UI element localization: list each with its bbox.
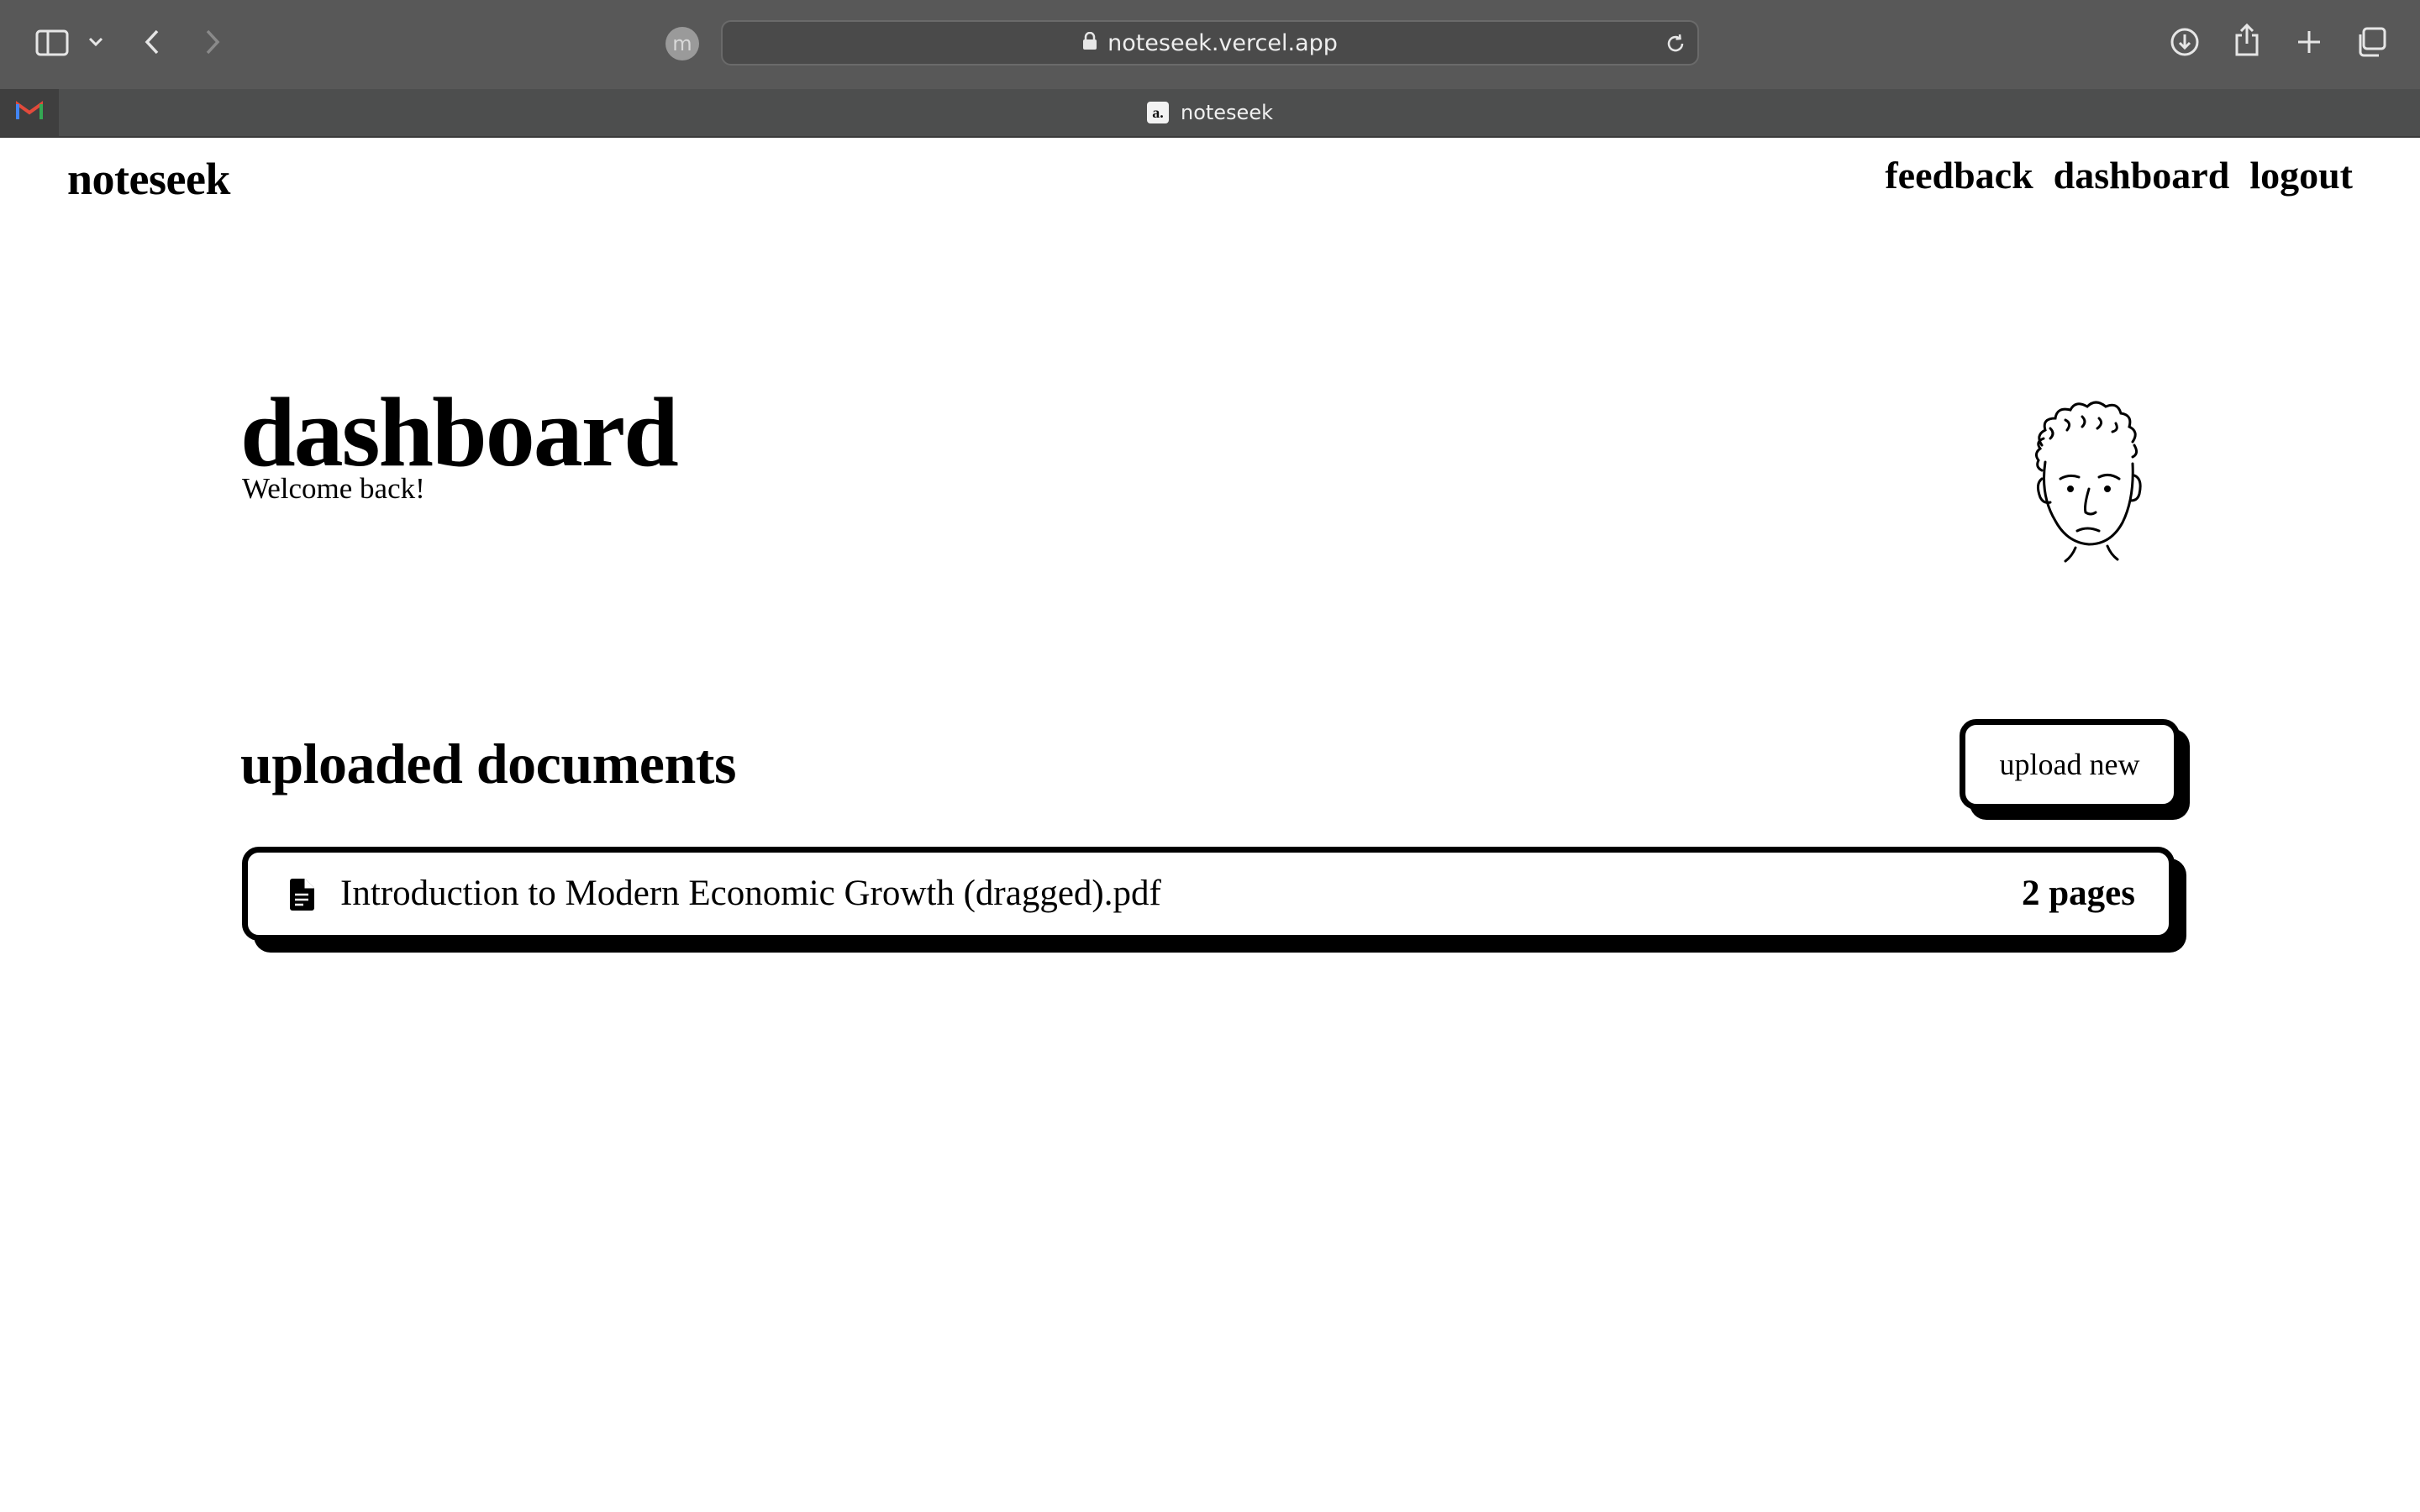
chevron-down-icon[interactable] [86,32,106,52]
nav-dashboard-link[interactable]: dashboard [2054,153,2230,197]
document-row[interactable]: Introduction to Modern Economic Growth (… [242,847,2175,941]
favicon: a. [1146,102,1169,123]
sidebar-toggle-icon[interactable] [34,27,71,59]
reload-icon[interactable] [1664,32,1687,55]
section-title: uploaded documents [240,732,736,795]
active-tab-title: noteseek [1180,101,1273,124]
site-logo[interactable]: noteseek [67,153,230,205]
top-nav: feedback dashboard logout [1885,153,2353,197]
back-arrow-icon[interactable] [139,25,165,59]
tab-overview-icon[interactable] [2354,25,2388,59]
active-tab[interactable]: a. noteseek [0,89,2420,136]
document-page-count: 2 pages [2022,874,2135,913]
document-icon [288,878,315,916]
new-tab-icon[interactable] [2292,25,2326,59]
nav-feedback-link[interactable]: feedback [1885,153,2033,197]
share-icon[interactable] [2230,22,2264,59]
address-bar[interactable]: noteseek.vercel.app [721,20,1699,66]
nav-logout-link[interactable]: logout [2249,153,2353,197]
lock-icon [1082,30,1097,56]
forward-arrow-icon[interactable] [200,25,225,59]
document-name: Introduction to Modern Economic Growth (… [340,874,1161,913]
page-title: dashboard [240,377,679,487]
upload-new-button[interactable]: upload new [1960,719,2180,810]
url-text: noteseek.vercel.app [1107,29,1338,56]
avatar-illustration [2017,395,2168,563]
profile-badge[interactable]: m [666,27,699,60]
welcome-message: Welcome back! [242,472,425,505]
download-icon[interactable] [2168,25,2202,59]
